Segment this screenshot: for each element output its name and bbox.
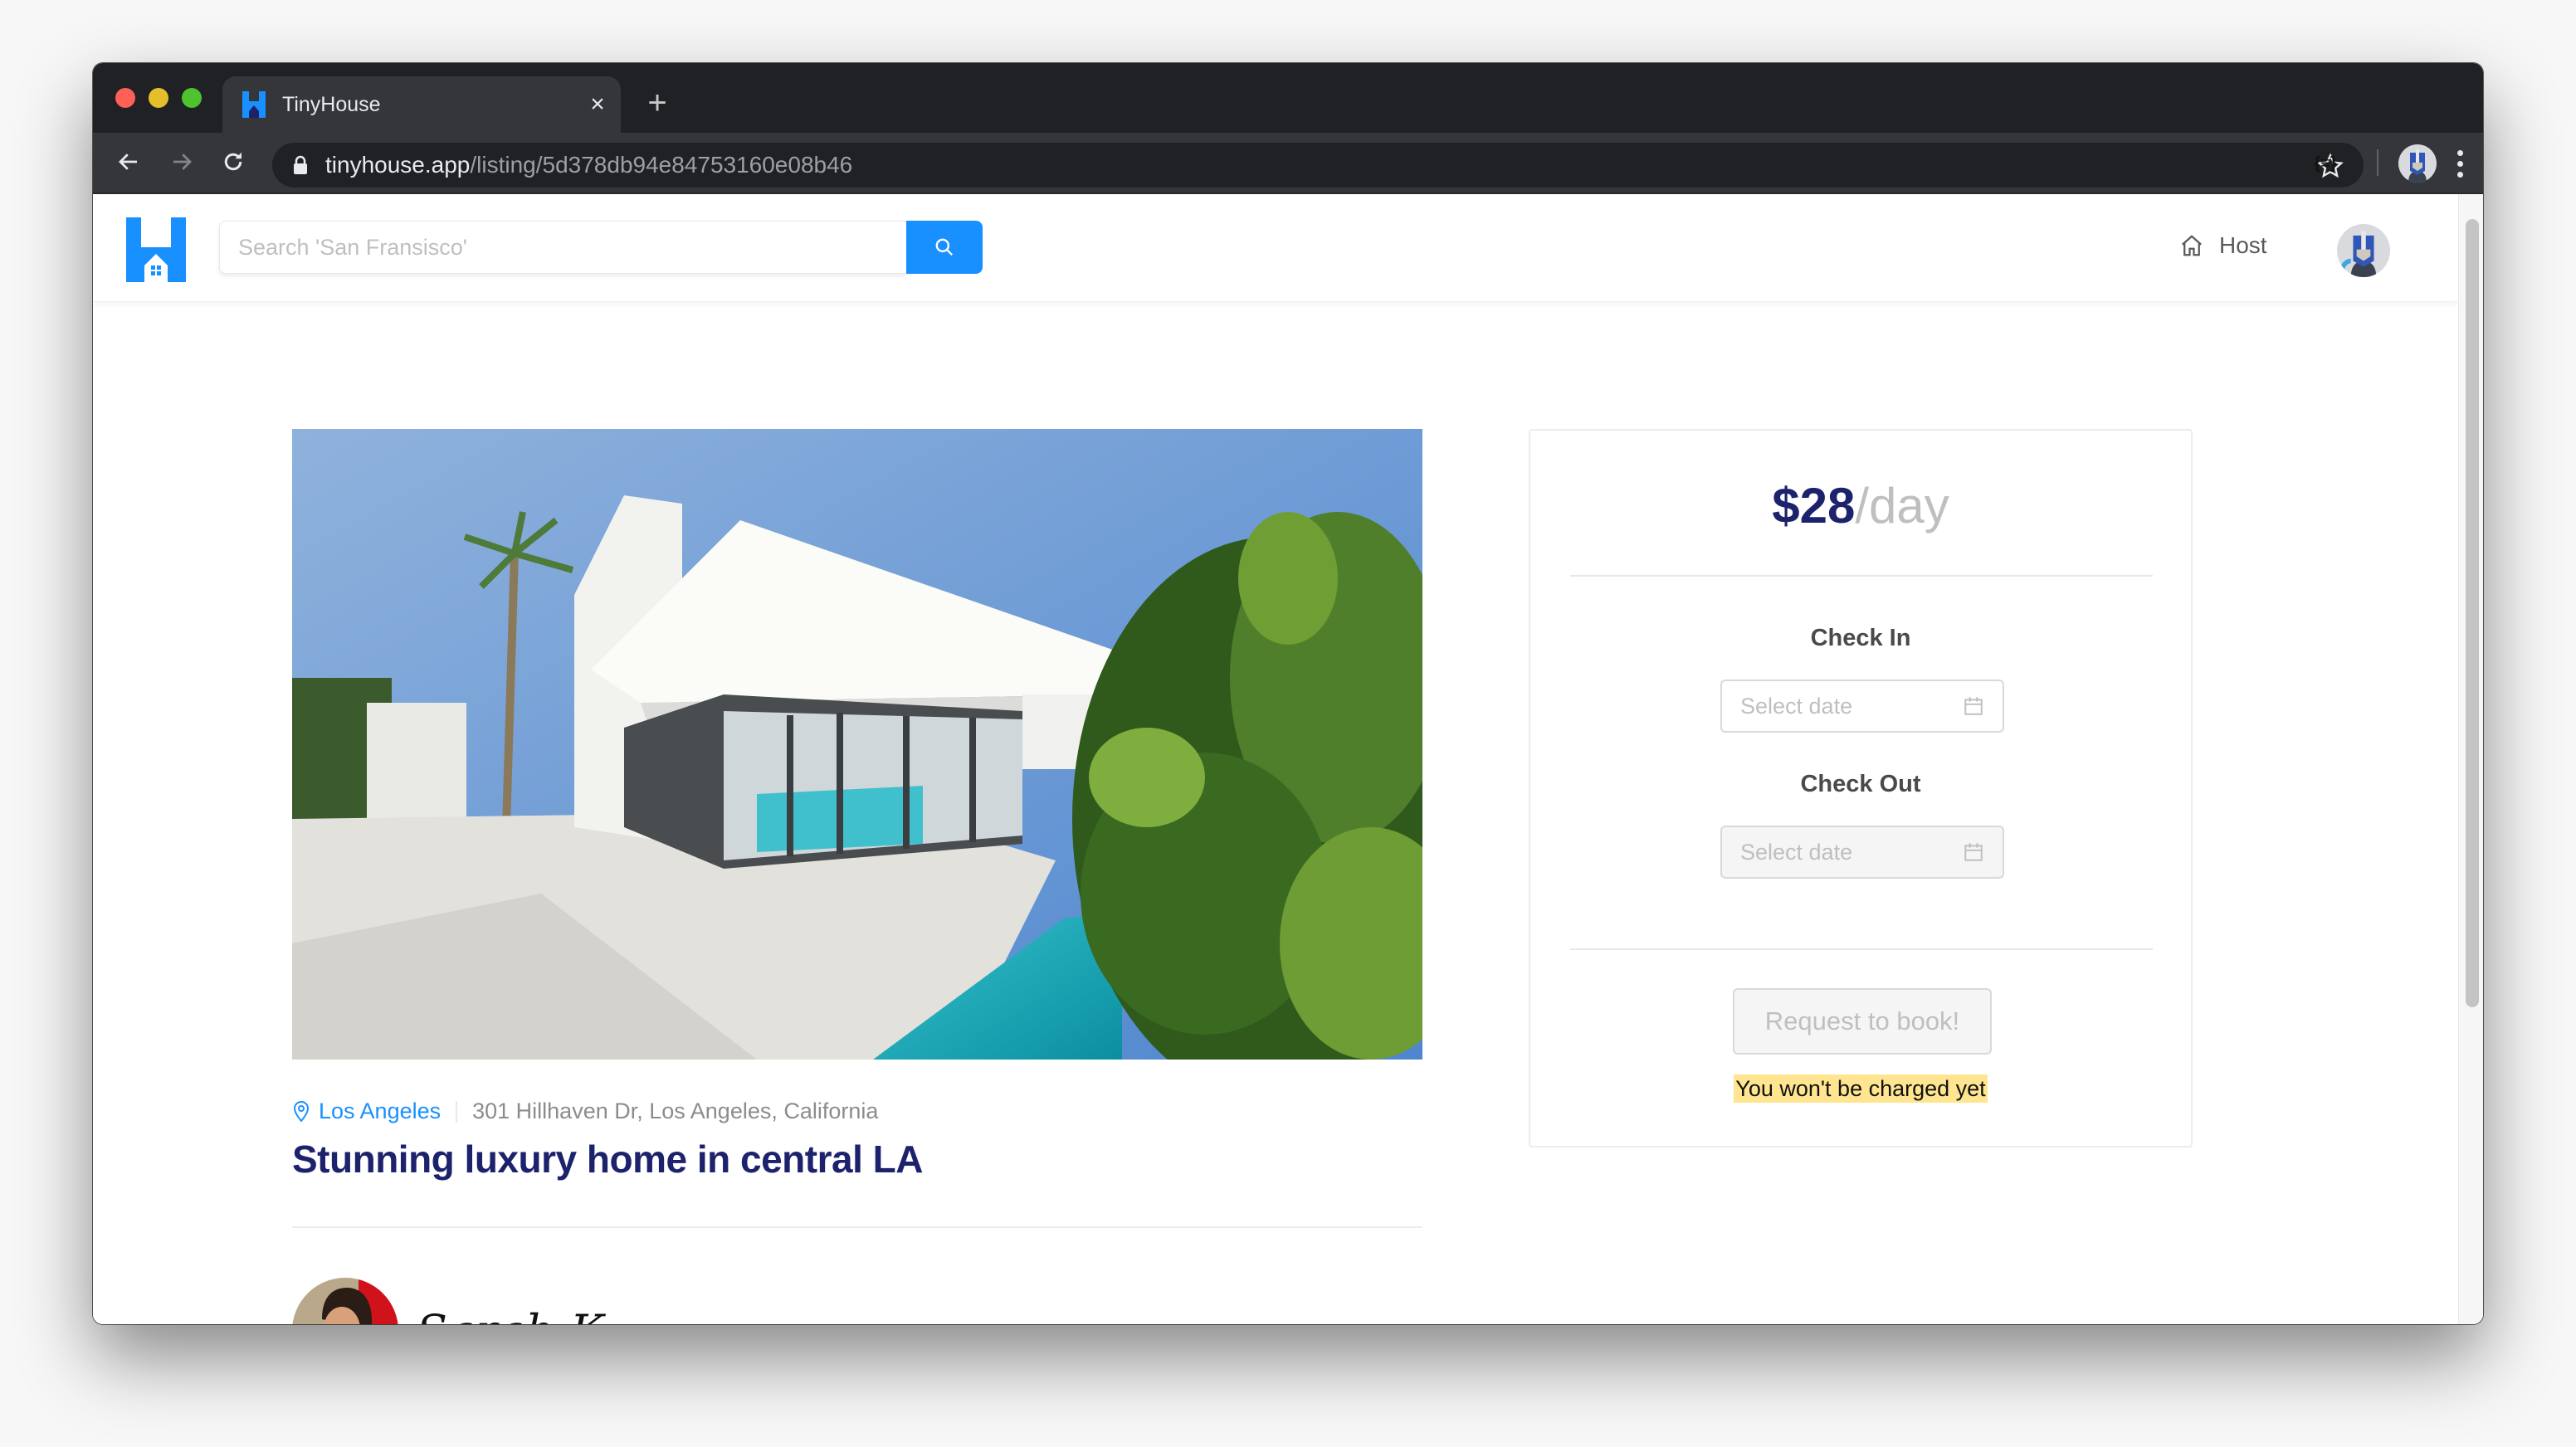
user-avatar[interactable] xyxy=(2337,224,2390,277)
search-icon xyxy=(935,238,954,256)
search-bar xyxy=(219,221,983,274)
host-info: Sarah K. xyxy=(292,1278,620,1324)
check-out-label: Check Out xyxy=(1800,771,1921,797)
forward-button[interactable] xyxy=(161,141,202,183)
toolbar-divider xyxy=(2377,149,2378,176)
card-divider-bottom xyxy=(1570,948,2153,950)
booking-card: $28/day Check In Select date Check Out S… xyxy=(1529,429,2193,1147)
close-window-button[interactable] xyxy=(115,88,135,108)
host-label: Host xyxy=(2219,232,2267,258)
location-pin-icon xyxy=(293,1100,310,1123)
reload-button[interactable] xyxy=(212,141,254,183)
page-scrollbar[interactable] xyxy=(2458,194,2483,1324)
reload-icon xyxy=(224,152,242,171)
price-unit: /day xyxy=(1855,478,1949,533)
listing-location: Los Angeles 301 Hillhaven Dr, Los Angele… xyxy=(292,1099,878,1124)
city-label: Los Angeles xyxy=(319,1099,442,1123)
request-to-book-button[interactable]: Request to book! xyxy=(1733,988,1992,1055)
arrow-right-icon xyxy=(173,153,192,170)
city-link[interactable]: Los Angeles xyxy=(292,1099,441,1124)
browser-menu-icon[interactable] xyxy=(2450,144,2470,183)
address-bar[interactable]: tinyhouse.app /listing/5d378db94e8475316… xyxy=(272,143,2364,188)
check-in-date-picker[interactable]: Select date xyxy=(1720,680,2004,733)
profile-photo-icon xyxy=(2398,144,2437,183)
calendar-icon xyxy=(1964,697,1983,715)
listing-title: Stunning luxury home in central LA xyxy=(292,1138,923,1181)
browser-tab-active[interactable]: TinyHouse × xyxy=(222,76,621,133)
location-divider xyxy=(456,1100,458,1123)
home-icon xyxy=(2182,235,2202,256)
search-button[interactable] xyxy=(906,221,983,274)
host-avatar[interactable] xyxy=(292,1278,398,1324)
host-photo-icon xyxy=(292,1278,398,1324)
tab-title: TinyHouse xyxy=(282,92,381,116)
back-button[interactable] xyxy=(108,141,149,183)
host-link[interactable]: Host xyxy=(2179,232,2267,259)
price-amount: $28 xyxy=(1772,478,1856,533)
lock-icon xyxy=(294,155,307,174)
tinyhouse-favicon-icon xyxy=(242,91,266,118)
new-tab-button[interactable]: + xyxy=(641,86,674,121)
house-photo-illustration xyxy=(292,429,1422,1060)
check-out-placeholder: Select date xyxy=(1740,839,1853,865)
tinyhouse-logo[interactable] xyxy=(126,217,186,282)
minimize-window-button[interactable] xyxy=(149,88,168,108)
check-in-placeholder: Select date xyxy=(1740,693,1853,719)
browser-window: TinyHouse × + tinyhouse.app /listing/5d3… xyxy=(93,63,2483,1324)
tab-strip: TinyHouse × + xyxy=(93,63,2483,133)
extension-icon[interactable]: {≡} xyxy=(2305,149,2345,178)
check-out-date-picker[interactable]: Select date xyxy=(1720,826,2004,879)
browser-profile-avatar[interactable] xyxy=(2398,144,2437,183)
check-in-label: Check In xyxy=(1810,625,1911,651)
browser-toolbar: tinyhouse.app /listing/5d378db94e8475316… xyxy=(93,133,2483,194)
tab-close-icon[interactable]: × xyxy=(584,91,611,118)
host-name: Sarah K. xyxy=(417,1305,620,1325)
search-input[interactable] xyxy=(219,221,906,274)
listing-price: $28/day xyxy=(1530,477,2191,534)
calendar-icon xyxy=(1964,843,1983,861)
listing-address: 301 Hillhaven Dr, Los Angeles, Californi… xyxy=(472,1099,879,1123)
arrow-left-icon xyxy=(119,153,137,170)
url-path: /listing/5d378db94e84753160e08b46 xyxy=(470,152,853,178)
listing-image xyxy=(292,429,1422,1060)
charge-note: You won't be charged yet xyxy=(1530,1074,2191,1103)
charge-note-text: You won't be charged yet xyxy=(1734,1074,1988,1103)
user-photo-icon xyxy=(2337,224,2390,277)
card-divider-top xyxy=(1570,575,2153,577)
maximize-window-button[interactable] xyxy=(182,88,202,108)
content-divider xyxy=(292,1226,1422,1228)
app-header: Host xyxy=(93,194,2458,302)
page-viewport: Host xyxy=(93,194,2458,1324)
scrollbar-thumb[interactable] xyxy=(2466,219,2479,1007)
url-host: tinyhouse.app xyxy=(325,152,471,178)
